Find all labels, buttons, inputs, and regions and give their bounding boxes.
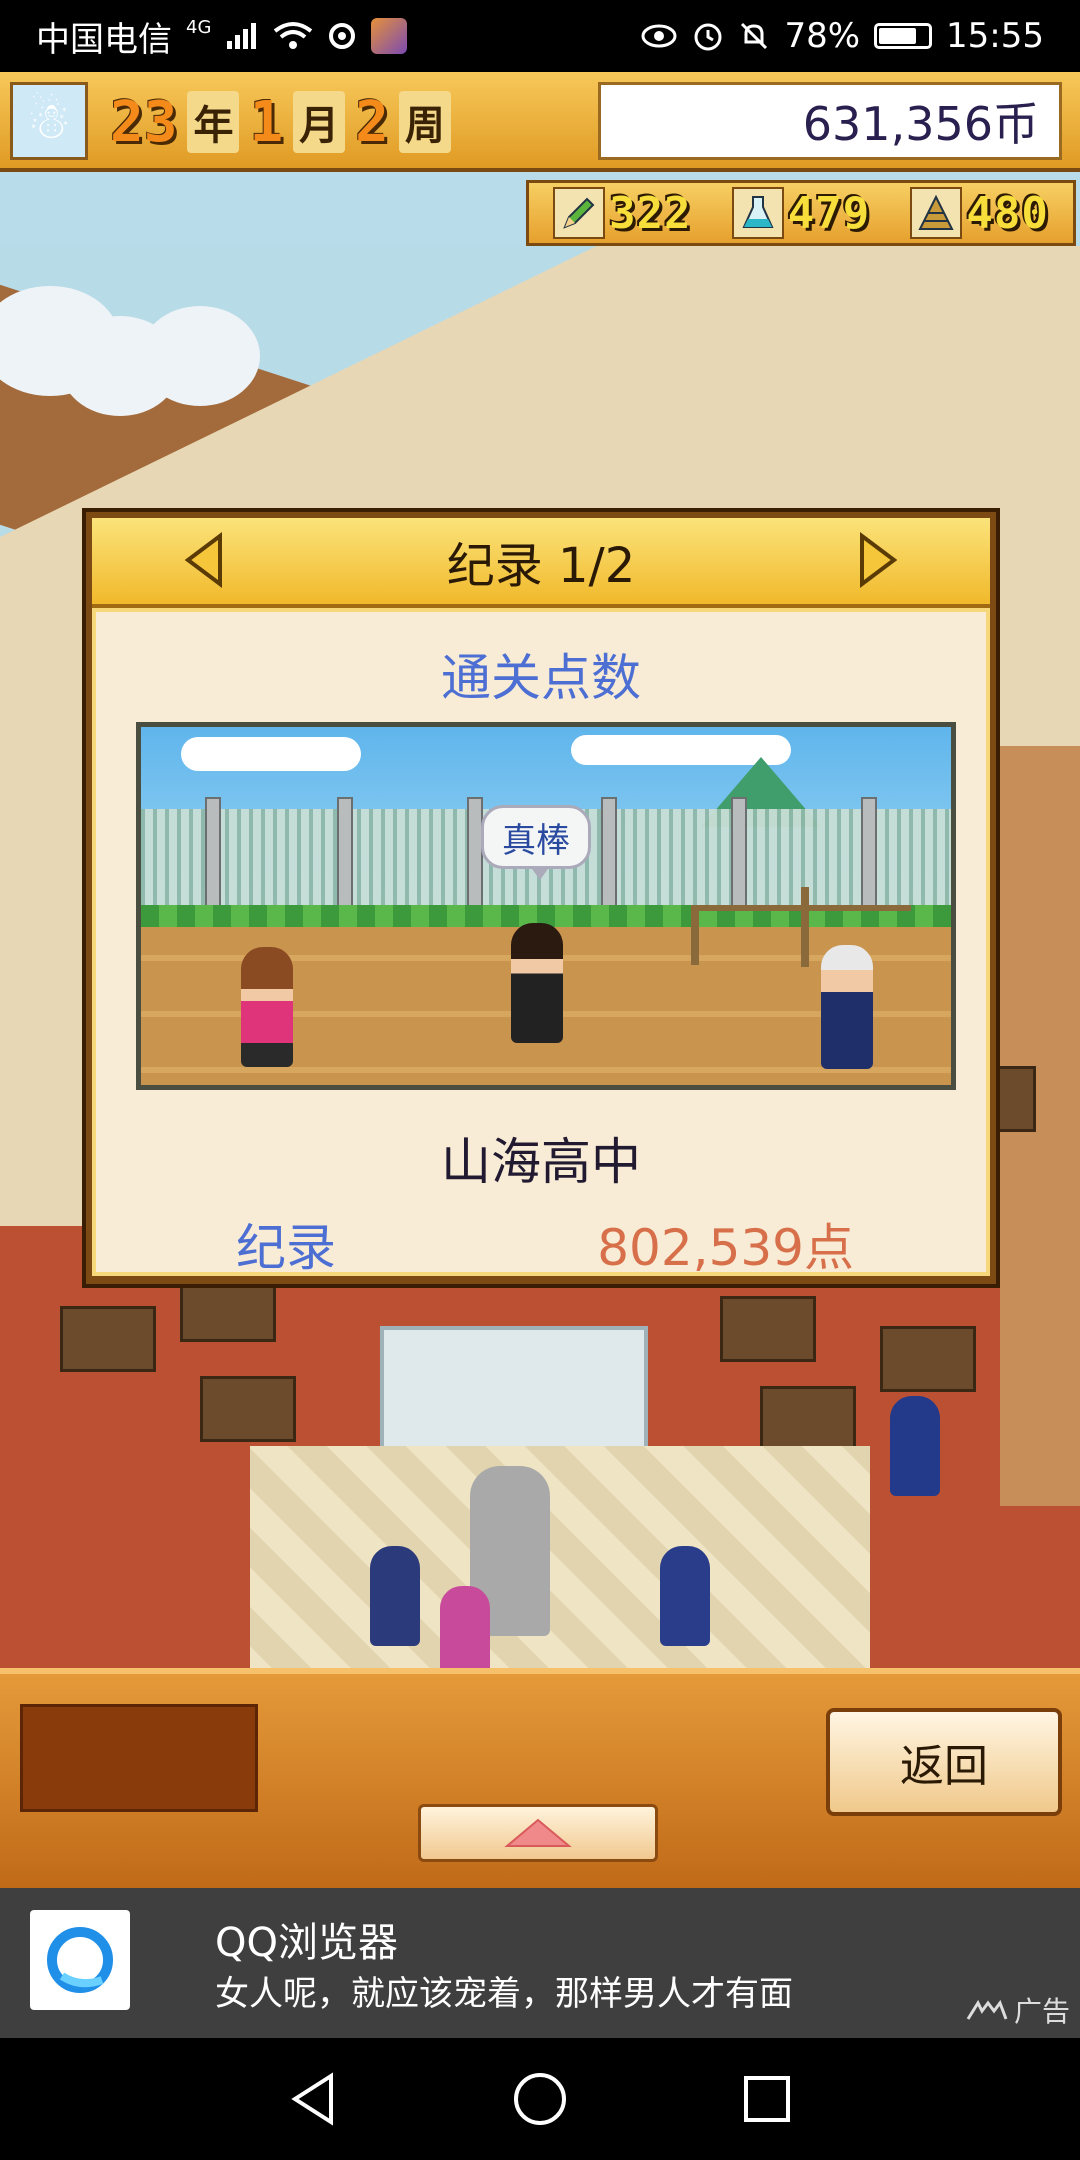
record-illustration: 真棒 bbox=[136, 722, 956, 1090]
empty-slot bbox=[20, 1704, 258, 1812]
hurdle-post bbox=[801, 887, 809, 967]
network-label: 4G bbox=[186, 16, 212, 38]
month-unit: 月 bbox=[293, 91, 346, 153]
student-figure bbox=[890, 1396, 940, 1496]
desk bbox=[760, 1386, 856, 1452]
back-button[interactable]: 返回 bbox=[826, 1708, 1062, 1816]
mute-bell-icon bbox=[738, 20, 770, 52]
wifi-icon bbox=[273, 21, 313, 51]
ad-tag-text: 广告 bbox=[1013, 1995, 1070, 2028]
bottom-panel: 返回 bbox=[0, 1668, 1080, 1888]
week-value: 2 bbox=[355, 89, 389, 155]
year-unit: 年 bbox=[187, 91, 240, 153]
ad-label: 广告 bbox=[966, 1990, 1070, 2030]
sync-icon bbox=[327, 21, 357, 51]
expand-menu-button[interactable] bbox=[418, 1804, 658, 1862]
ad-text: 女人呢，就应该宠着，那样男人才有面 bbox=[215, 1974, 793, 2014]
next-record-button[interactable] bbox=[848, 530, 908, 590]
battery-icon bbox=[874, 23, 933, 49]
resource-pencil[interactable]: 322 bbox=[553, 187, 691, 239]
record-label: 纪录 bbox=[236, 1219, 336, 1277]
pyramid-value: 480 bbox=[966, 187, 1049, 239]
flask-icon bbox=[731, 187, 784, 239]
ad-banner[interactable]: QQ浏览器 女人呢，就应该宠着，那样男人才有面 广告 bbox=[0, 1888, 1080, 2038]
week-unit: 周 bbox=[398, 91, 451, 153]
year-value: 23 bbox=[110, 89, 178, 155]
school-name: 山海高中 bbox=[441, 1133, 641, 1191]
back-triangle-icon bbox=[291, 2072, 334, 2126]
flask-value: 479 bbox=[787, 187, 871, 239]
previous-record-button[interactable] bbox=[174, 530, 234, 590]
eye-icon bbox=[640, 23, 678, 49]
resource-pyramid[interactable]: 480 bbox=[910, 187, 1048, 239]
qq-browser-logo bbox=[30, 1910, 130, 2010]
student-figure bbox=[660, 1546, 710, 1646]
signal-icon bbox=[225, 21, 259, 51]
money-display: 631,356币 bbox=[598, 82, 1062, 160]
system-navigation-bar bbox=[0, 2038, 1080, 2160]
cloud bbox=[181, 737, 361, 771]
clock: 15:55 bbox=[946, 16, 1044, 56]
student-figure bbox=[440, 1586, 490, 1670]
girl-student-figure bbox=[241, 947, 293, 1067]
ad-title: QQ浏览器 bbox=[215, 1920, 398, 1966]
nav-back-button[interactable] bbox=[273, 2059, 353, 2139]
pyramid-icon bbox=[910, 187, 963, 239]
record-value: 802,539点 bbox=[597, 1219, 854, 1277]
ad-mark-icon bbox=[966, 1999, 1008, 2020]
dialog-header: 纪录 1/2 bbox=[92, 518, 990, 608]
desk bbox=[720, 1296, 816, 1362]
desk bbox=[60, 1306, 156, 1372]
speech-bubble: 真棒 bbox=[481, 805, 591, 880]
principal-figure bbox=[821, 945, 873, 1069]
hurdle-post bbox=[691, 905, 699, 965]
boy-student-figure bbox=[511, 923, 563, 1043]
snowman-season-icon[interactable]: ☃ bbox=[10, 82, 88, 160]
dialog-body: 通关点数 真棒 山海高中 纪录 802,539点 bbox=[92, 608, 990, 1277]
snow-pile bbox=[140, 306, 260, 406]
game-app-icon bbox=[371, 18, 408, 54]
battery-percent: 78% bbox=[784, 16, 861, 56]
record-category: 通关点数 bbox=[441, 649, 641, 707]
carrier-label: 中国电信 bbox=[36, 19, 172, 60]
nav-home-button[interactable] bbox=[500, 2059, 580, 2139]
nav-recents-button[interactable] bbox=[727, 2059, 807, 2139]
game-top-bar: ☃ 23 年 1 月 2 周 631,356币 bbox=[0, 72, 1080, 172]
pencil-icon bbox=[553, 187, 606, 239]
home-circle-icon bbox=[513, 2073, 566, 2125]
pencil-value: 322 bbox=[609, 187, 692, 239]
record-dialog: 纪录 1/2 通关点数 真棒 山海高中 纪录 802,539点 bbox=[82, 508, 1000, 1288]
triangle-up-icon bbox=[504, 1818, 572, 1847]
resource-flask[interactable]: 479 bbox=[731, 187, 871, 239]
game-date: 23 年 1 月 2 周 bbox=[110, 84, 451, 160]
plaza-tiles bbox=[250, 1446, 870, 1670]
status-bar: 中国电信 4G 78% 15:55 bbox=[0, 0, 1080, 72]
resource-bar: 322 479 480 bbox=[526, 180, 1076, 246]
recents-square-icon bbox=[743, 2076, 790, 2122]
desk bbox=[880, 1326, 976, 1392]
month-value: 1 bbox=[249, 89, 284, 155]
arrow-left-icon bbox=[184, 532, 222, 588]
desk bbox=[200, 1376, 296, 1442]
student-figure bbox=[370, 1546, 420, 1646]
alarm-icon bbox=[692, 20, 724, 52]
dialog-title: 纪录 1/2 bbox=[446, 538, 636, 594]
arrow-right-icon bbox=[860, 532, 898, 588]
